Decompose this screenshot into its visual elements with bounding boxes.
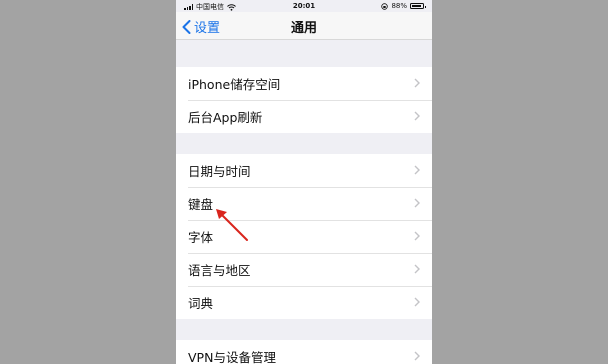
row-label: 后台App刷新	[188, 110, 263, 125]
row-dictionary[interactable]: 词典	[176, 286, 432, 319]
battery-percent: 88%	[391, 2, 407, 10]
row-background-app-refresh[interactable]: 后台App刷新	[176, 100, 432, 133]
chevron-right-icon	[414, 297, 420, 307]
row-label: iPhone储存空间	[188, 77, 281, 92]
phone-screen: 中国电信 20:01 88% 设置 通用 iPhone储存空间 后台App刷新 …	[176, 0, 432, 364]
settings-group-storage: iPhone储存空间 后台App刷新	[176, 67, 432, 133]
battery-icon	[410, 3, 426, 9]
row-label: 键盘	[188, 197, 214, 212]
row-date-time[interactable]: 日期与时间	[176, 154, 432, 187]
row-label: 词典	[188, 296, 214, 311]
row-label: 日期与时间	[188, 164, 251, 179]
annotation-arrow-icon	[216, 209, 248, 241]
lock-rotation-icon	[381, 2, 389, 10]
row-iphone-storage[interactable]: iPhone储存空间	[176, 67, 432, 100]
chevron-right-icon	[414, 264, 420, 274]
chevron-right-icon	[414, 231, 420, 241]
row-language-region[interactable]: 语言与地区	[176, 253, 432, 286]
chevron-right-icon	[414, 165, 420, 175]
chevron-right-icon	[414, 78, 420, 88]
chevron-right-icon	[414, 198, 420, 208]
navigation-bar: 设置 通用	[176, 12, 432, 40]
row-label: VPN与设备管理	[188, 350, 276, 364]
row-vpn-device-management[interactable]: VPN与设备管理	[176, 340, 432, 364]
chevron-right-icon	[414, 351, 420, 361]
status-bar: 中国电信 20:01 88%	[176, 0, 432, 12]
row-label: 语言与地区	[188, 263, 251, 278]
settings-group-vpn: VPN与设备管理	[176, 340, 432, 364]
page-title: 通用	[290, 21, 317, 36]
chevron-right-icon	[414, 111, 420, 121]
row-label: 字体	[188, 230, 214, 245]
